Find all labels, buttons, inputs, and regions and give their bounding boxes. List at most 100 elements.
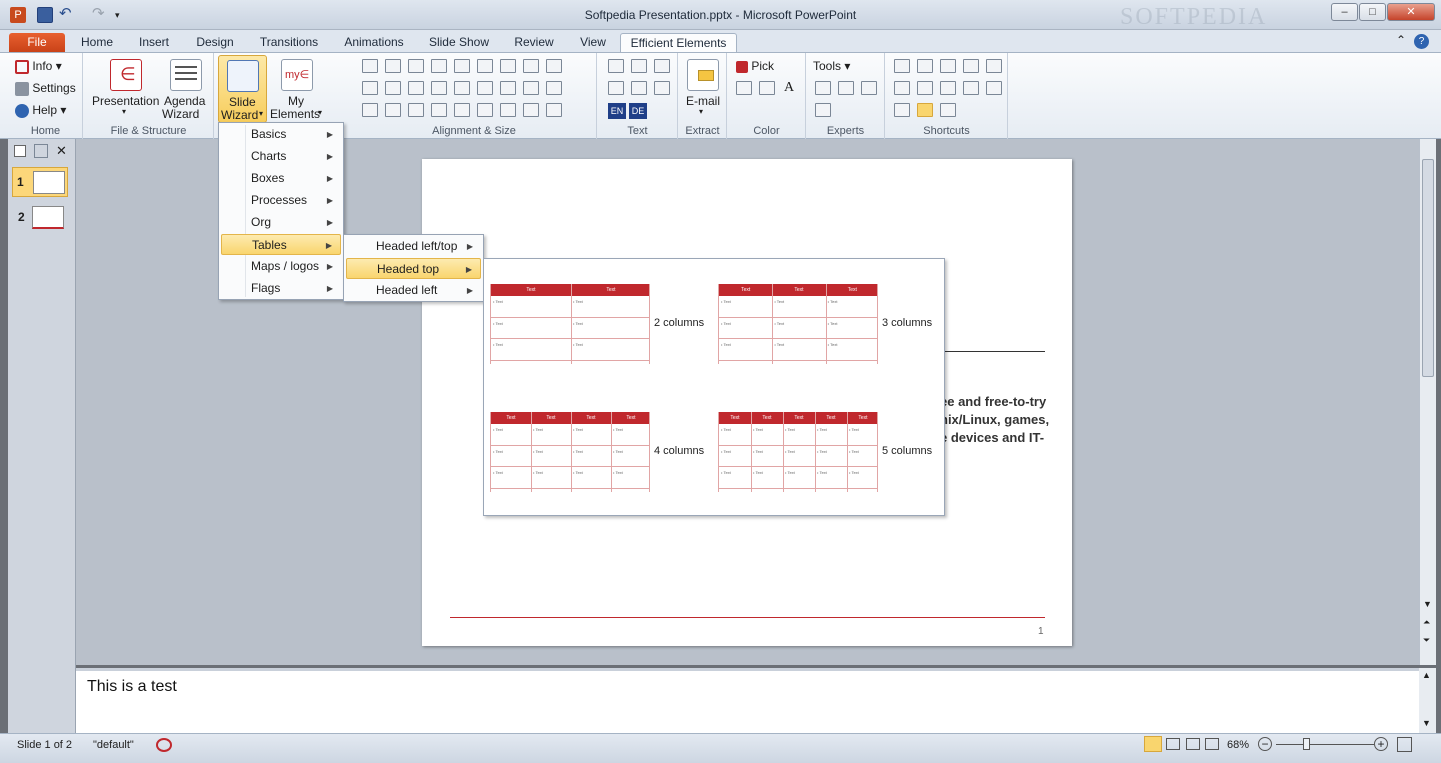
- size-icon[interactable]: [500, 103, 516, 117]
- text-tool-5-icon[interactable]: [631, 81, 647, 95]
- tab-file[interactable]: File: [9, 33, 65, 52]
- same-height-icon[interactable]: [477, 59, 493, 73]
- close-pane-icon[interactable]: ✕: [56, 143, 67, 159]
- text-tool-3-icon[interactable]: [654, 59, 670, 73]
- tab-animations[interactable]: Animations: [336, 33, 412, 52]
- help-button[interactable]: Help ▾: [15, 103, 66, 118]
- align-left-icon[interactable]: [362, 59, 378, 73]
- slide-sorter-icon[interactable]: [1166, 738, 1180, 750]
- submenu-item-headed-left-top[interactable]: Headed left/top ▶: [346, 236, 481, 257]
- tab-review[interactable]: Review: [506, 33, 562, 52]
- fit-to-window-icon[interactable]: [1397, 737, 1412, 752]
- next-slide-icon[interactable]: ⏷: [1423, 635, 1430, 646]
- stretch-icon[interactable]: [523, 59, 539, 73]
- table-preview-2-columns[interactable]: Text • Text • Text • Text Text • Text • Text • …: [490, 284, 650, 364]
- menu-item-flags[interactable]: Flags ▶: [221, 278, 341, 299]
- text-tool-6-icon[interactable]: [654, 81, 670, 95]
- minimize-button[interactable]: –: [1331, 3, 1358, 21]
- table-preview-5-columns-label[interactable]: 5 columns: [882, 445, 932, 457]
- presentation-icon[interactable]: ∈: [110, 59, 142, 91]
- outline-tab-icon[interactable]: [34, 144, 48, 158]
- shortcut-10-icon[interactable]: [986, 81, 1002, 95]
- margin-icon[interactable]: [477, 103, 493, 117]
- zoom-in-icon[interactable]: +: [1374, 737, 1388, 751]
- agenda-wizard-label-1[interactable]: Agenda: [164, 94, 205, 108]
- table-preview-3-columns-label[interactable]: 3 columns: [882, 317, 932, 329]
- zoom-slider-thumb[interactable]: [1303, 738, 1310, 750]
- line-color-icon[interactable]: [759, 81, 775, 95]
- tab-insert[interactable]: Insert: [130, 33, 178, 52]
- table-size-icon[interactable]: [523, 103, 539, 117]
- rotate-icon[interactable]: [546, 59, 562, 73]
- close-button[interactable]: ✕: [1387, 3, 1435, 21]
- minimize-ribbon-icon[interactable]: ⌃: [1396, 33, 1406, 47]
- expert-4-icon[interactable]: [815, 103, 831, 117]
- align-top-icon[interactable]: [362, 81, 378, 95]
- notes-scrollbar[interactable]: ▲ ▼: [1419, 668, 1436, 733]
- notes-scroll-down-icon[interactable]: ▼: [1422, 718, 1431, 728]
- submenu-item-headed-top[interactable]: Headed top ▶: [346, 258, 481, 279]
- tab-slide-show[interactable]: Slide Show: [422, 33, 496, 52]
- shortcut-1-icon[interactable]: [894, 59, 910, 73]
- tab-design[interactable]: Design: [188, 33, 242, 52]
- shortcut-6-icon[interactable]: [894, 81, 910, 95]
- email-dropdown-icon[interactable]: ▾: [699, 107, 703, 116]
- menu-item-tables[interactable]: Tables ▶: [221, 234, 341, 255]
- table-preview-3-columns[interactable]: Text • Text • Text • Text Text • Text • Text • …: [718, 284, 878, 364]
- maximize-button[interactable]: □: [1359, 3, 1386, 21]
- scroll-down-icon[interactable]: ▼: [1423, 599, 1432, 609]
- table-preview-4-columns[interactable]: Text • Text • Text • Text Text • Text • Text • …: [490, 412, 650, 492]
- tab-view[interactable]: View: [570, 33, 616, 52]
- connect-icon[interactable]: [431, 103, 447, 117]
- align-bottom-icon[interactable]: [408, 81, 424, 95]
- grow-up-icon[interactable]: [500, 81, 516, 95]
- fill-color-icon[interactable]: [736, 81, 752, 95]
- font-color-icon[interactable]: A: [784, 80, 794, 96]
- fit-icon[interactable]: [408, 103, 424, 117]
- zoom-out-icon[interactable]: −: [1258, 737, 1272, 751]
- shortcut-4-icon[interactable]: [963, 59, 979, 73]
- reading-view-icon[interactable]: [1186, 738, 1200, 750]
- notes-pane[interactable]: This is a test: [76, 668, 1419, 733]
- menu-item-basics[interactable]: Basics ▶: [221, 124, 341, 145]
- same-width-icon[interactable]: [454, 59, 470, 73]
- table-preview-4-columns-label[interactable]: 4 columns: [654, 445, 704, 457]
- expert-3-icon[interactable]: [861, 81, 877, 95]
- spellcheck-icon[interactable]: [156, 738, 172, 752]
- menu-item-processes[interactable]: Processes ▶: [221, 190, 341, 211]
- email-icon[interactable]: [687, 59, 719, 91]
- table-preview-2-columns-label[interactable]: 2 columns: [654, 317, 704, 329]
- vertical-scrollbar[interactable]: ▼ ⏶ ⏷: [1419, 139, 1436, 665]
- settings-button[interactable]: Settings: [15, 81, 76, 96]
- info-button[interactable]: Info ▾: [15, 59, 62, 74]
- space-h-icon[interactable]: [362, 103, 378, 117]
- grid-icon[interactable]: [454, 103, 470, 117]
- notes-text[interactable]: This is a test: [87, 678, 177, 696]
- text-tool-1-icon[interactable]: [608, 59, 624, 73]
- language-de-button[interactable]: DE: [629, 103, 647, 119]
- scroll-thumb[interactable]: [1422, 159, 1434, 377]
- snap-icon[interactable]: [546, 81, 562, 95]
- shortcut-13-icon[interactable]: [940, 103, 956, 117]
- tab-efficient-elements[interactable]: Efficient Elements: [620, 33, 737, 52]
- prev-slide-icon[interactable]: ⏶: [1423, 617, 1430, 628]
- thumbnail-1[interactable]: 1: [12, 167, 68, 197]
- menu-item-org[interactable]: Org ▶: [221, 212, 341, 233]
- presentation-button[interactable]: Presentation: [92, 94, 159, 108]
- help-icon[interactable]: ?: [1414, 34, 1429, 49]
- space-v-icon[interactable]: [385, 103, 401, 117]
- zoom-level[interactable]: 68%: [1227, 739, 1249, 751]
- presentation-dropdown-icon[interactable]: ▾: [122, 107, 126, 116]
- expert-1-icon[interactable]: [815, 81, 831, 95]
- slideshow-view-icon[interactable]: [1205, 738, 1219, 750]
- notes-scroll-up-icon[interactable]: ▲: [1422, 670, 1431, 680]
- distribute-v-icon[interactable]: [431, 81, 447, 95]
- tab-home[interactable]: Home: [74, 33, 120, 52]
- text-tool-2-icon[interactable]: [631, 59, 647, 73]
- expert-eye-icon[interactable]: [838, 81, 854, 95]
- menu-item-maps-logos[interactable]: Maps / logos ▶: [221, 256, 341, 277]
- grow-right-icon[interactable]: [477, 81, 493, 95]
- menu-item-charts[interactable]: Charts ▶: [221, 146, 341, 167]
- align-right-icon[interactable]: [408, 59, 424, 73]
- zoom-slider[interactable]: [1276, 744, 1374, 745]
